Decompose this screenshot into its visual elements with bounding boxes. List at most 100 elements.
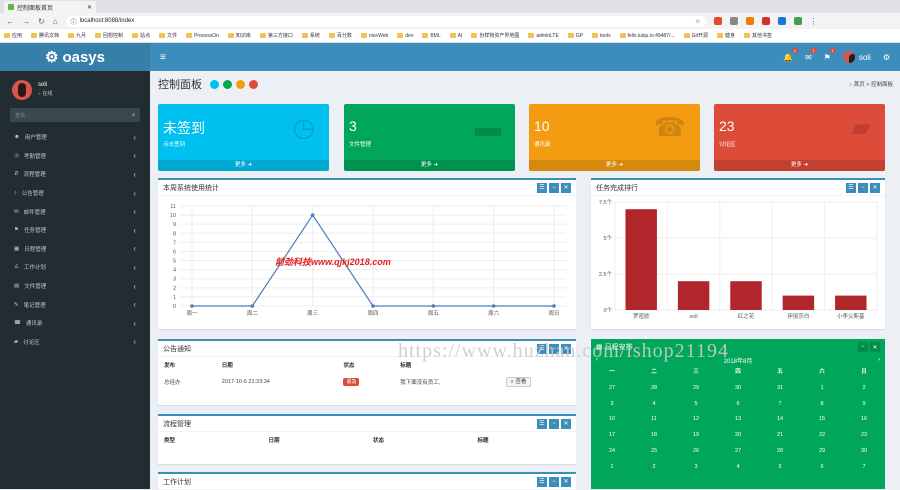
calendar-day[interactable]: 4: [633, 397, 675, 413]
calendar-day[interactable]: 16: [843, 412, 885, 428]
messages-icon[interactable]: ✉ 1: [805, 47, 817, 62]
close-icon[interactable]: ✕: [561, 418, 571, 429]
calendar-day[interactable]: 27: [717, 444, 759, 460]
bookmark-item[interactable]: niceWeb: [360, 33, 388, 39]
data-point[interactable]: [310, 213, 315, 217]
search-icon[interactable]: ⌕: [132, 112, 135, 118]
stat-tile[interactable]: 3 文件管理 ▬ 更多 ➜: [344, 104, 515, 171]
calendar-day[interactable]: 26: [675, 444, 717, 460]
extension-icon[interactable]: [793, 17, 802, 25]
calendar-day[interactable]: 28: [759, 444, 801, 460]
calendar-day[interactable]: 24: [591, 444, 633, 460]
calendar-day[interactable]: 11: [633, 412, 675, 428]
extension-icon[interactable]: [745, 17, 754, 25]
list-icon[interactable]: ☰: [537, 418, 547, 429]
app-logo[interactable]: ⚙ oasys: [0, 43, 150, 71]
tile-more-link[interactable]: 更多 ➜: [714, 160, 885, 171]
bar[interactable]: [730, 281, 762, 310]
user-menu[interactable]: soli: [842, 51, 871, 63]
calendar-day[interactable]: 5: [675, 397, 717, 413]
sidebar-item-3[interactable]: ♪ 公告管理 ‹: [0, 184, 150, 203]
forward-icon[interactable]: →: [22, 17, 30, 26]
home-icon[interactable]: ⌂: [53, 17, 58, 26]
calendar-day[interactable]: 17: [591, 428, 633, 444]
breadcrumb-home[interactable]: 首页: [854, 82, 865, 88]
menu-icon[interactable]: ⋮: [810, 17, 818, 26]
sidebar-search-input[interactable]: 查找... ⌕: [10, 108, 140, 122]
bar[interactable]: [625, 209, 657, 310]
calendar-day[interactable]: 20: [717, 428, 759, 444]
calendar-day[interactable]: 3: [675, 460, 717, 476]
sidebar-item-11[interactable]: ▰ 讨论区 ‹: [0, 333, 150, 352]
gear-icon[interactable]: ⚙: [883, 53, 890, 62]
calendar-day[interactable]: 6: [717, 397, 759, 413]
calendar-day[interactable]: 7: [843, 460, 885, 476]
data-point[interactable]: [491, 304, 496, 308]
bookmark-item[interactable]: 回想控制: [95, 32, 123, 39]
bookmark-item[interactable]: 应用: [4, 32, 22, 39]
color-dot[interactable]: [236, 79, 245, 89]
list-icon[interactable]: ☰: [846, 182, 856, 193]
bookmark-item[interactable]: 百分数: [328, 32, 352, 39]
close-icon[interactable]: ✕: [561, 476, 571, 487]
calendar-day[interactable]: 1: [591, 460, 633, 476]
bookmark-item[interactable]: felix.iuiqu.io:49487/...: [619, 33, 675, 39]
sidebar-item-9[interactable]: ✎ 笔记管理 ‹: [0, 295, 150, 314]
reload-icon[interactable]: ↻: [38, 17, 45, 26]
close-tab-icon[interactable]: ✕: [87, 4, 92, 11]
color-dot[interactable]: [210, 79, 219, 89]
tile-more-link[interactable]: 更多 ➜: [158, 160, 329, 171]
calendar-day[interactable]: 29: [675, 381, 717, 397]
bookmark-item[interactable]: 站点: [132, 32, 150, 39]
list-icon[interactable]: ☰: [537, 182, 547, 193]
bookmark-item[interactable]: tools: [592, 33, 611, 39]
calendar-day[interactable]: 21: [759, 428, 801, 444]
data-point[interactable]: [250, 304, 255, 308]
calendar-day[interactable]: 9: [843, 397, 885, 413]
view-button[interactable]: ⌕ 查看: [505, 377, 532, 387]
bookmark-item[interactable]: 份样物资产界地图: [471, 32, 519, 39]
calendar-day[interactable]: 10: [591, 412, 633, 428]
data-point[interactable]: [431, 304, 436, 308]
calendar-day[interactable]: 3: [591, 397, 633, 413]
collapse-icon[interactable]: −: [858, 182, 868, 193]
bookmark-item[interactable]: 腾讯文档: [31, 32, 59, 39]
stat-tile[interactable]: 10 通讯录 ☎ 更多 ➜: [529, 104, 700, 171]
calendar-day[interactable]: 19: [675, 428, 717, 444]
close-icon[interactable]: ✕: [870, 182, 880, 193]
color-dot[interactable]: [223, 79, 232, 89]
extension-icon[interactable]: [713, 17, 722, 25]
star-icon[interactable]: ☆: [695, 18, 700, 25]
calendar-day[interactable]: 8: [801, 397, 843, 413]
bell-icon[interactable]: 🔔 1: [783, 47, 798, 62]
calendar-day[interactable]: 18: [633, 428, 675, 444]
tile-more-link[interactable]: 更多 ➜: [344, 160, 515, 171]
calendar-day[interactable]: 27: [591, 381, 633, 397]
calendar-day[interactable]: 30: [843, 444, 885, 460]
bookmark-item[interactable]: dev: [397, 33, 413, 39]
calendar-day[interactable]: 28: [633, 381, 675, 397]
collapse-icon[interactable]: −: [549, 418, 559, 429]
bookmark-item[interactable]: AI: [449, 33, 462, 39]
calendar-day[interactable]: 2: [633, 460, 675, 476]
bar[interactable]: [782, 295, 815, 310]
calendar-day[interactable]: 6: [801, 460, 843, 476]
sidebar-item-8[interactable]: ▤ 文件管理 ‹: [0, 277, 150, 296]
data-point[interactable]: [371, 304, 375, 308]
calendar-day[interactable]: 22: [801, 428, 843, 444]
calendar-day[interactable]: 4: [717, 460, 759, 476]
data-point[interactable]: [552, 304, 556, 308]
calendar-day[interactable]: 15: [801, 412, 843, 428]
calendar-day[interactable]: 2: [843, 381, 885, 397]
calendar-day[interactable]: 30: [717, 381, 759, 397]
calendar-day[interactable]: 1: [801, 381, 843, 397]
bookmark-item[interactable]: BML: [422, 33, 441, 39]
calendar-day[interactable]: 23: [843, 428, 885, 444]
collapse-icon[interactable]: −: [549, 182, 559, 193]
bookmark-item[interactable]: 知识库: [227, 32, 251, 39]
extension-icon[interactable]: [761, 17, 770, 25]
sidebar-item-5[interactable]: ⚑ 任务管理 ‹: [0, 221, 150, 240]
bookmark-item[interactable]: adminLTE: [528, 33, 559, 39]
next-month-icon[interactable]: ›: [878, 357, 880, 363]
bookmark-item[interactable]: 其他书签: [743, 32, 772, 39]
